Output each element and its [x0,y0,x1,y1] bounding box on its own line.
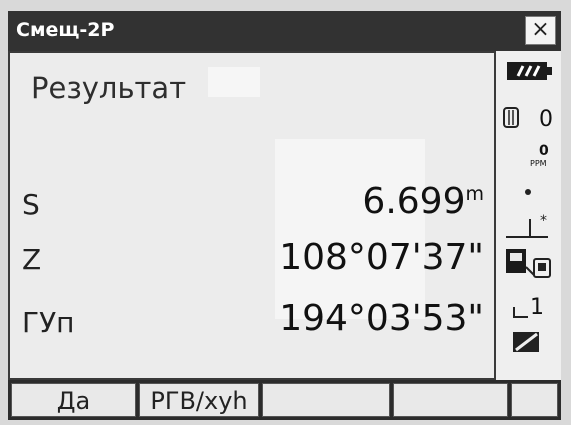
zenith-value: 108°07'37" [279,237,484,278]
window-title: Смещ-2Р [16,19,115,41]
result-panel: Результат S 6.699m Z 108°07'37" ГУп 194°… [8,51,496,380]
instrument-screen: Смещ-2Р × Результат S 6.699m Z 108°07'37… [0,0,571,425]
softkey-yes[interactable]: Да [11,383,136,417]
tilt-icon: * [506,213,548,238]
distance-unit: m [465,183,484,205]
resolution-value: 1 [530,295,544,320]
battery-icon [507,62,552,80]
ppm-label: PPM [530,159,547,168]
resolution-icon [513,307,528,318]
title-bar: Смещ-2Р × [8,11,561,51]
svg-text:*: * [540,213,547,229]
softkey-5[interactable] [511,383,558,417]
background-patch [208,67,260,97]
status-bar: 0 0 PPM * 1 [496,51,561,380]
ppm-value: 0 [539,143,549,159]
horizontal-angle-label: ГУп [22,306,75,339]
distance-label: S [22,188,40,221]
softkey-3[interactable] [262,383,390,417]
distance-value: 6.699m [362,181,484,222]
close-icon: × [531,17,550,42]
softkey-bar: Да РГВ/хуh [8,380,561,420]
background-patch [275,139,425,319]
zenith-label: Z [22,243,42,276]
softkey-coord-mode[interactable]: РГВ/хуh [139,383,259,417]
interface-icon [506,249,551,278]
input-mode-icon [513,332,539,352]
target-icon [503,107,519,128]
laser-pointer-icon [525,189,531,195]
prism-constant: 0 [539,107,553,132]
softkey-4[interactable] [393,383,508,417]
horizontal-angle-value: 194°03'53" [279,298,484,339]
close-button[interactable]: × [525,16,556,45]
result-heading: Результат [31,71,187,105]
